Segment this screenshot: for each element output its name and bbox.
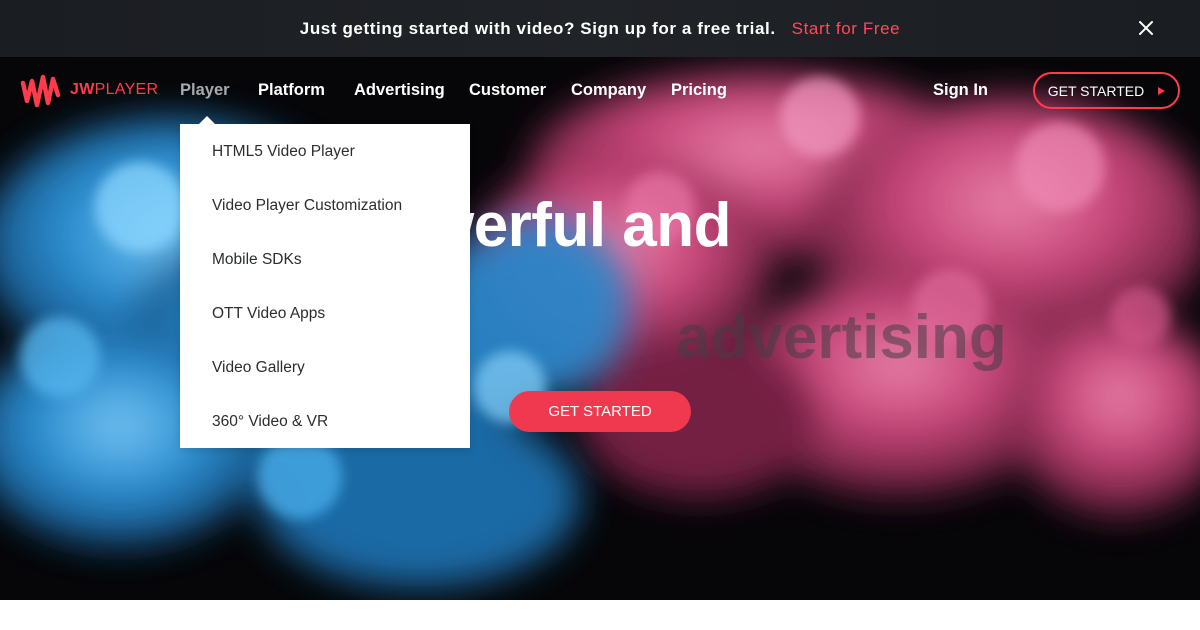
announcement-message: Just getting started with video? Sign up…	[299, 18, 776, 38]
nav-customer[interactable]: Customer	[469, 81, 546, 100]
nav-player[interactable]: Player	[180, 81, 230, 100]
announcement-bar: Just getting started with video? Sign up…	[0, 0, 1200, 57]
dropdown-caret	[198, 116, 216, 125]
jwplayer-logo-icon	[20, 74, 61, 108]
menu-item-ott-video-apps[interactable]: OTT Video Apps	[212, 305, 325, 323]
start-for-free-link[interactable]: Start for Free	[792, 19, 901, 39]
nav-company[interactable]: Company	[571, 81, 646, 100]
nav-platform[interactable]: Platform	[258, 81, 325, 100]
main-navigation: JWPLAYER Player Platform Advertising Cus…	[0, 57, 1200, 125]
logo-wordmark: JWPLAYER	[70, 81, 159, 98]
jwplayer-logo[interactable]: JWPLAYER	[20, 69, 158, 111]
menu-item-html5-video-player[interactable]: HTML5 Video Player	[212, 143, 355, 161]
hero-get-started-button[interactable]: GET STARTED	[509, 391, 691, 432]
nav-get-started-label: GET STARTED	[1047, 82, 1145, 99]
nav-advertising[interactable]: Advertising	[354, 81, 445, 100]
close-icon[interactable]	[1136, 18, 1156, 38]
play-arrow-icon	[1158, 86, 1166, 95]
menu-item-video-gallery[interactable]: Video Gallery	[212, 359, 305, 377]
nav-get-started-button[interactable]: GET STARTED	[1033, 72, 1180, 109]
menu-item-360-video-vr[interactable]: 360° Video & VR	[212, 413, 328, 431]
nav-pricing[interactable]: Pricing	[671, 81, 727, 100]
menu-item-video-player-customization[interactable]: Video Player Customization	[212, 197, 402, 215]
menu-item-mobile-sdks[interactable]: Mobile SDKs	[212, 251, 302, 269]
player-dropdown-menu: HTML5 Video Player Video Player Customiz…	[180, 116, 470, 448]
sign-in-link[interactable]: Sign In	[933, 81, 988, 100]
